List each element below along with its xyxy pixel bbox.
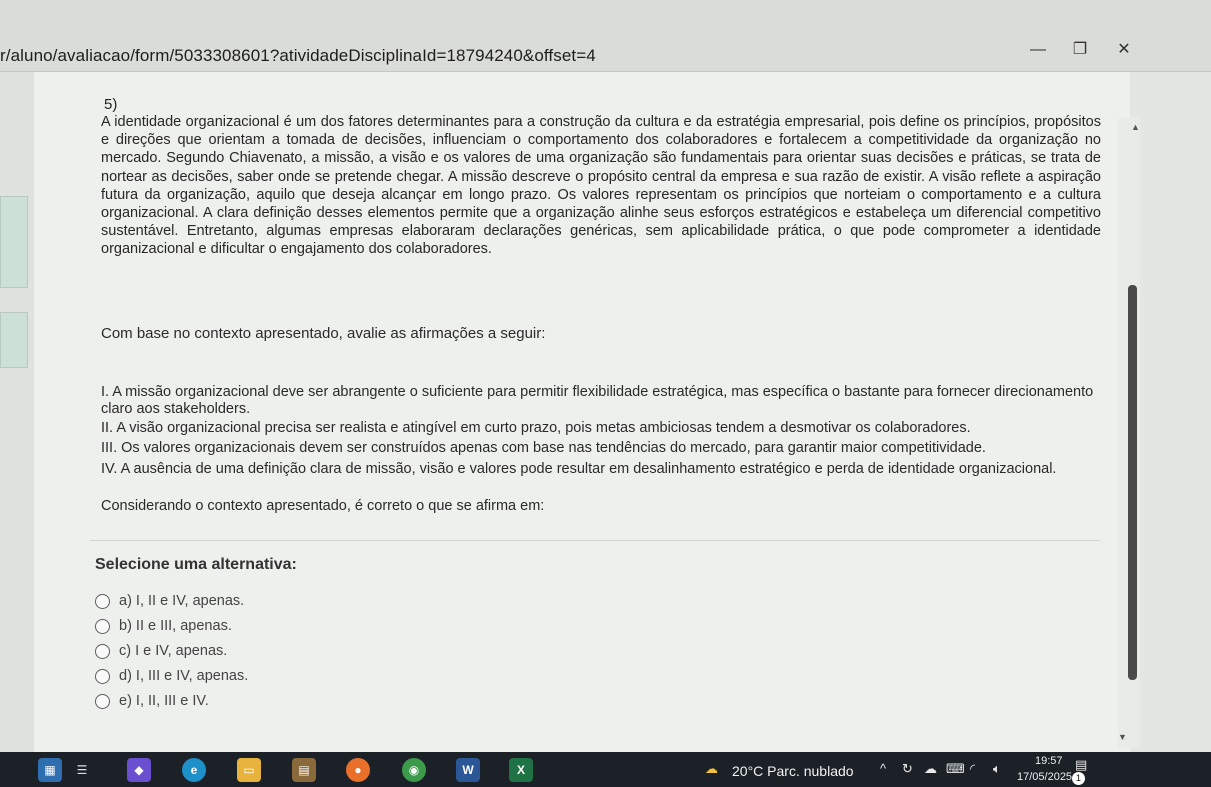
explorer-icon[interactable]: ▭ <box>237 758 261 782</box>
statement-item: IV. A ausência de uma definição clara de… <box>101 461 1057 477</box>
radio-button[interactable] <box>95 643 110 659</box>
chrome-icon[interactable]: ◉ <box>402 758 426 782</box>
option-e[interactable]: e) I, II, III e IV. <box>95 691 209 711</box>
restore-icon[interactable]: ❐ <box>1066 38 1094 62</box>
chevron-up-icon[interactable]: ^ <box>880 761 886 776</box>
left-panel-block <box>0 312 28 368</box>
notification-badge: 1 <box>1072 772 1085 785</box>
excel-icon[interactable]: X <box>509 758 533 782</box>
select-alternative-label: Selecione uma alternativa: <box>95 556 297 573</box>
left-panel-strip <box>0 72 34 752</box>
option-label: a) I, II e IV, apenas. <box>119 593 245 609</box>
radio-button[interactable] <box>95 593 110 609</box>
question-context: A identidade organizacional é um dos fat… <box>101 114 1101 258</box>
clock-time[interactable]: 19:57 <box>1035 755 1063 767</box>
weather-icon[interactable]: ☁ <box>705 761 718 777</box>
option-label: b) II e III, apenas. <box>119 618 232 634</box>
edge-icon[interactable]: e <box>182 758 206 782</box>
option-label: c) I e IV, apenas. <box>119 643 228 659</box>
option-label: e) I, II, III e IV. <box>119 693 209 709</box>
option-label: d) I, III e IV, apenas. <box>119 668 249 684</box>
scrollbar-thumb[interactable] <box>1128 285 1137 680</box>
radio-button[interactable] <box>95 618 110 634</box>
scroll-up-icon[interactable]: ▲ <box>1131 122 1140 132</box>
statement-item: II. A visão organizacional precisa ser r… <box>101 420 971 436</box>
url-text[interactable]: r/aluno/avaliacao/form/5033308601?ativid… <box>0 46 596 66</box>
radio-button[interactable] <box>95 693 110 709</box>
option-b[interactable]: b) II e III, apenas. <box>95 616 232 636</box>
question-prompt: Com base no contexto apresentado, avalie… <box>101 325 546 342</box>
option-d[interactable]: d) I, III e IV, apenas. <box>95 666 248 686</box>
word-icon[interactable]: W <box>456 758 480 782</box>
option-a[interactable]: a) I, II e IV, apenas. <box>95 591 244 611</box>
wifi-icon[interactable]: ◜ <box>970 761 975 777</box>
close-icon[interactable]: ✕ <box>1110 38 1138 62</box>
task-view-icon[interactable]: ▦ <box>38 758 62 782</box>
app-icon[interactable]: ◆ <box>127 758 151 782</box>
speaker-icon[interactable]: 🔈︎ <box>993 761 1001 777</box>
question-conclusion: Considerando o contexto apresentado, é c… <box>101 498 545 514</box>
notification-icon[interactable]: ▤ <box>1075 757 1087 773</box>
left-panel-block <box>0 196 28 288</box>
firefox-icon[interactable]: ● <box>346 758 370 782</box>
cloud-icon[interactable]: ☁ <box>924 761 937 777</box>
files-icon[interactable]: ☰ <box>70 758 94 782</box>
scroll-down-icon[interactable]: ▼ <box>1118 732 1127 742</box>
divider <box>90 540 1100 541</box>
statement-item: III. Os valores organizacionais devem se… <box>101 440 986 456</box>
minimize-icon[interactable]: — <box>1024 38 1052 62</box>
option-c[interactable]: c) I e IV, apenas. <box>95 641 227 661</box>
keyboard-icon[interactable]: ⌨ <box>946 761 965 777</box>
weather-text[interactable]: 20°C Parc. nublado <box>732 763 854 779</box>
statement-item: I. A missão organizacional deve ser abra… <box>101 384 1094 417</box>
clock-date[interactable]: 17/05/2025 <box>1017 771 1072 783</box>
radio-button[interactable] <box>95 668 110 684</box>
calculator-icon[interactable]: ▤ <box>292 758 316 782</box>
question-number: 5) <box>104 96 118 113</box>
sync-icon[interactable]: ↻ <box>902 761 913 777</box>
